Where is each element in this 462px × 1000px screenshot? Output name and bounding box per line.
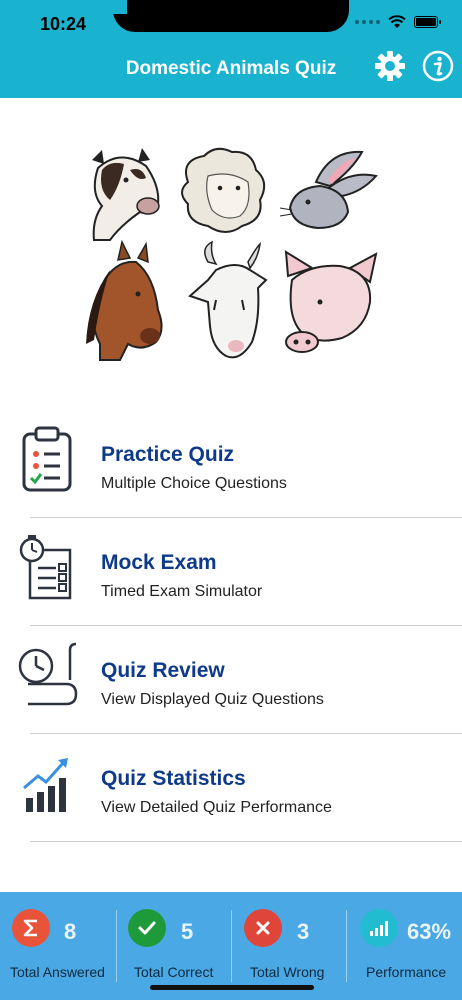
goat-icon — [188, 240, 268, 359]
main-menu: Practice Quiz Multiple Choice Questions … — [0, 410, 462, 842]
stat-value: 5 — [181, 919, 194, 944]
stat-value: 8 — [64, 919, 77, 944]
pig-icon — [284, 250, 378, 353]
status-icons — [355, 15, 441, 29]
rabbit-icon — [279, 150, 378, 230]
stat-label: Total Wrong — [250, 964, 325, 980]
stat-value: 63% — [407, 919, 452, 944]
home-indicator[interactable] — [150, 985, 314, 990]
clipboard-checklist-icon — [22, 426, 72, 492]
stat-performance[interactable]: 63% Performance — [347, 892, 462, 992]
signal-icon — [355, 20, 380, 24]
bar-chart-icon — [360, 909, 398, 947]
stat-total-correct[interactable]: 5 Total Correct — [117, 892, 231, 992]
horse-icon — [86, 239, 163, 361]
wifi-icon — [388, 15, 406, 28]
gear-icon[interactable] — [374, 50, 406, 82]
status-time: 10:24 — [40, 14, 87, 34]
menu-item-mock-exam[interactable]: Mock Exam Timed Exam Simulator — [0, 518, 462, 626]
menu-title: Mock Exam — [101, 551, 217, 574]
device-notch — [113, 0, 349, 32]
checkmark-icon — [128, 909, 166, 947]
stat-label: Total Answered — [10, 964, 105, 980]
sigma-icon — [12, 909, 50, 947]
divider — [30, 841, 462, 842]
stat-value: 3 — [297, 919, 310, 944]
cow-icon — [92, 148, 160, 241]
animal-illustrations — [86, 147, 378, 361]
stat-total-wrong[interactable]: 3 Total Wrong — [232, 892, 346, 992]
menu-subtitle: View Detailed Quiz Performance — [101, 799, 332, 816]
stats-footer: 8 Total Answered 5 Total Correct 3 Total… — [0, 892, 462, 1000]
bar-chart-trend-icon — [23, 758, 68, 812]
stat-label: Total Correct — [134, 964, 214, 980]
sheep-icon — [181, 147, 266, 233]
stat-total-answered[interactable]: 8 Total Answered — [0, 892, 115, 992]
stopwatch-checklist-icon — [19, 535, 72, 600]
menu-title: Practice Quiz — [101, 443, 235, 466]
stat-label: Performance — [366, 964, 447, 980]
battery-icon — [414, 16, 441, 28]
menu-subtitle: View Displayed Quiz Questions — [101, 691, 324, 708]
header-bar: 10:24 Domestic Animals Quiz — [0, 0, 462, 98]
menu-subtitle: Multiple Choice Questions — [101, 475, 287, 492]
menu-item-quiz-review[interactable]: Quiz Review View Displayed Quiz Question… — [0, 626, 462, 734]
menu-item-quiz-statistics[interactable]: Quiz Statistics View Detailed Quiz Perfo… — [0, 734, 462, 842]
menu-item-practice-quiz[interactable]: Practice Quiz Multiple Choice Questions — [0, 410, 462, 518]
menu-title: Quiz Review — [101, 659, 225, 682]
clock-scroll-icon — [18, 642, 78, 706]
menu-subtitle: Timed Exam Simulator — [101, 583, 263, 600]
info-icon[interactable] — [422, 50, 454, 82]
menu-title: Quiz Statistics — [101, 767, 246, 790]
cross-icon — [244, 909, 282, 947]
